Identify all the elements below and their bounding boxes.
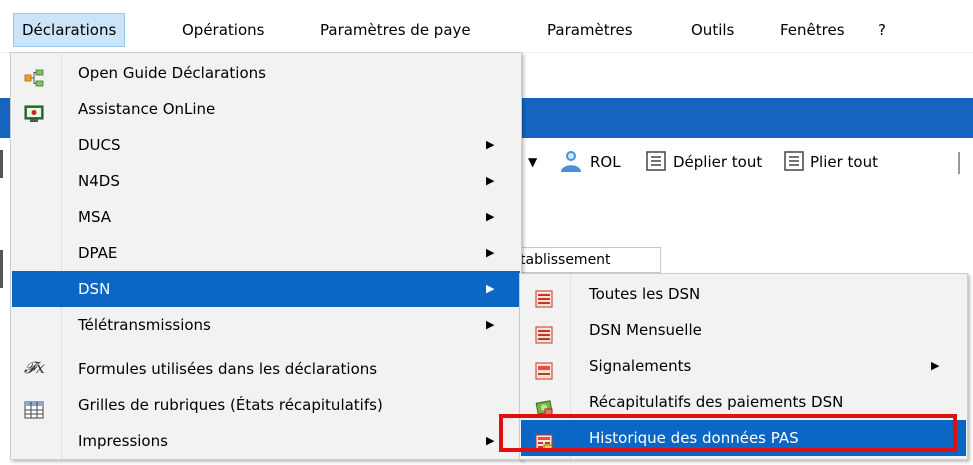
highlight-box <box>499 414 957 452</box>
submenu-item-label: Signalements <box>589 357 692 375</box>
menu-item-label: Open Guide Déclarations <box>78 64 266 82</box>
menu-item-impressions[interactable]: Impressions ▶ <box>12 423 520 459</box>
menu-item-n4ds[interactable]: N4DS ▶ <box>12 163 520 199</box>
menu-item-formules[interactable]: 𝓕x Formules utilisées dans les déclarati… <box>12 351 520 387</box>
menu-item-label: MSA <box>78 208 112 226</box>
rol-label[interactable]: ROL <box>590 149 621 175</box>
document-list-icon <box>535 285 553 308</box>
menu-item-ducs[interactable]: DUCS ▶ <box>12 127 520 163</box>
submenu-arrow-icon: ▶ <box>486 282 495 295</box>
menu-outils[interactable]: Outils <box>683 15 742 45</box>
toolbar-separator <box>958 152 960 174</box>
submenu-item-label: Toutes les DSN <box>589 285 701 303</box>
dropdown-arrow-icon[interactable]: ▼ <box>528 149 537 175</box>
unfold-all-icon[interactable] <box>645 150 667 176</box>
submenu-item-label: DSN Mensuelle <box>589 321 702 339</box>
menu-parametres[interactable]: Paramètres <box>539 15 641 45</box>
menu-bar: Déclarations Opérations Paramètres de pa… <box>0 0 973 53</box>
menu-operations[interactable]: Opérations <box>174 15 272 45</box>
declarations-menu: Open Guide Déclarations Assistance OnLin… <box>10 52 522 460</box>
fold-all-button[interactable]: Plier tout <box>810 149 878 175</box>
menu-item-label: DSN <box>78 280 111 298</box>
tree-icon <box>24 64 44 87</box>
menu-item-label: Télétransmissions <box>78 316 211 334</box>
menu-item-dsn[interactable]: DSN ▶ <box>12 271 520 307</box>
menu-item-label: DPAE <box>78 244 118 262</box>
submenu-item-toutes-les-dsn[interactable]: Toutes les DSN <box>521 276 966 312</box>
menu-item-assistance-online[interactable]: Assistance OnLine <box>12 91 520 127</box>
menu-item-dpae[interactable]: DPAE ▶ <box>12 235 520 271</box>
submenu-arrow-icon: ▶ <box>486 138 495 151</box>
column-header-etablissement[interactable]: tablissement <box>516 247 661 273</box>
document-list-icon <box>535 321 553 344</box>
fold-all-icon[interactable] <box>783 150 805 176</box>
menu-item-grilles-rubriques[interactable]: Grilles de rubriques (États récapitulati… <box>12 387 520 423</box>
menu-item-open-guide[interactable]: Open Guide Déclarations <box>12 55 520 91</box>
window-edge <box>0 250 3 288</box>
rol-button[interactable] <box>557 148 585 174</box>
window-edge <box>0 150 3 178</box>
document-flag-icon <box>535 357 553 380</box>
submenu-arrow-icon: ▶ <box>931 359 940 372</box>
menu-item-teletransmissions[interactable]: Télétransmissions ▶ <box>12 307 520 343</box>
menu-item-label: Formules utilisées dans les déclarations <box>78 360 378 378</box>
submenu-arrow-icon: ▶ <box>486 434 495 447</box>
submenu-item-dsn-mensuelle[interactable]: DSN Mensuelle <box>521 312 966 348</box>
menu-declarations[interactable]: Déclarations <box>13 13 126 47</box>
menu-item-label: DUCS <box>78 136 121 154</box>
menu-item-label: Grilles de rubriques (États récapitulati… <box>78 396 383 414</box>
submenu-item-signalements[interactable]: Signalements ▶ <box>521 348 966 384</box>
menu-item-label: Impressions <box>78 432 168 450</box>
money-icon <box>535 393 553 416</box>
window-edge <box>0 98 3 116</box>
unfold-all-button[interactable]: Déplier tout <box>673 149 762 175</box>
menu-help[interactable]: ? <box>870 15 894 45</box>
menu-item-label: Assistance OnLine <box>78 100 216 118</box>
submenu-arrow-icon: ▶ <box>486 174 495 187</box>
monitor-icon <box>24 100 44 122</box>
menu-item-label: N4DS <box>78 172 120 190</box>
grid-icon <box>24 396 44 419</box>
menu-item-msa[interactable]: MSA ▶ <box>12 199 520 235</box>
submenu-arrow-icon: ▶ <box>486 246 495 259</box>
menu-fenetres[interactable]: Fenêtres <box>772 15 853 45</box>
submenu-arrow-icon: ▶ <box>486 318 495 331</box>
submenu-arrow-icon: ▶ <box>486 210 495 223</box>
menu-parametres-de-paye[interactable]: Paramètres de paye <box>312 15 479 45</box>
user-icon <box>561 151 581 172</box>
fx-icon: 𝓕x <box>24 358 45 377</box>
